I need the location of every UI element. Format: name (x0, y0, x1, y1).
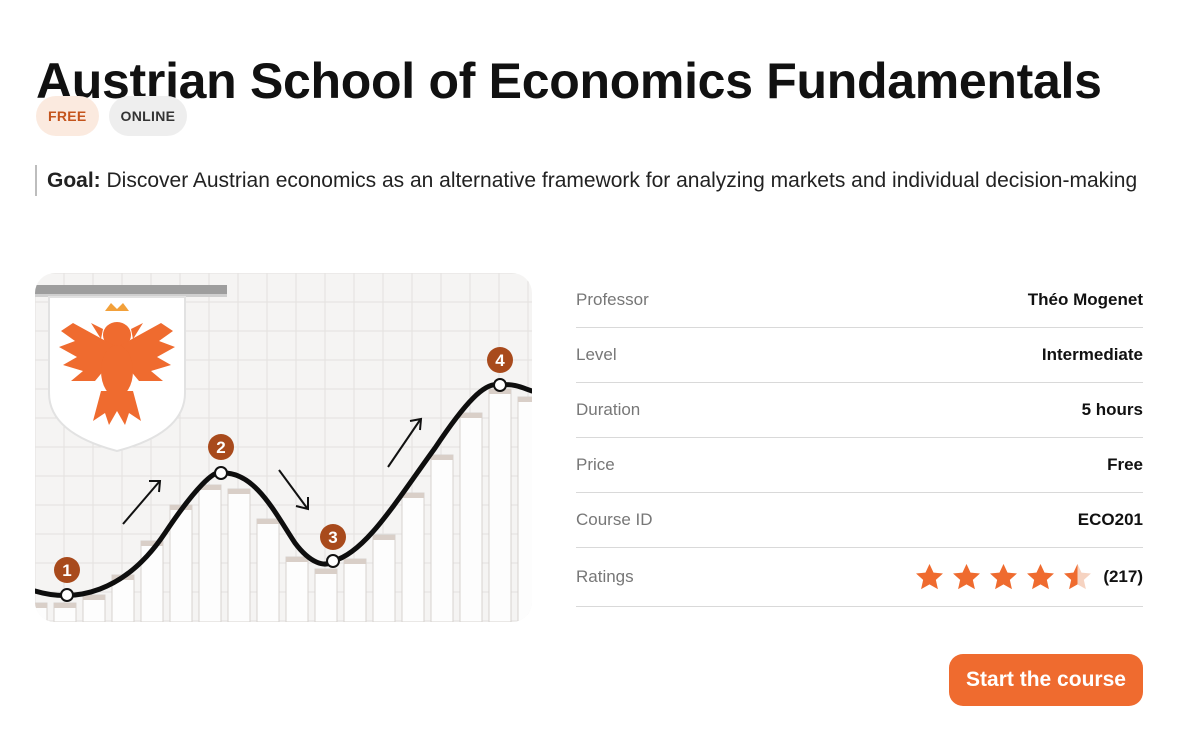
economics-chart-illustration: 1 2 3 4 (35, 273, 532, 622)
step-marker-label: 2 (216, 438, 225, 457)
step-marker-label: 1 (62, 561, 71, 580)
detail-label: Ratings (576, 567, 634, 586)
detail-value: Free (1107, 455, 1143, 474)
detail-label: Price (576, 455, 615, 474)
goal-label: Goal: (47, 169, 101, 192)
course-illustration: 1 2 3 4 (35, 273, 532, 622)
detail-row-professor: Professor Théo Mogenet (576, 273, 1143, 328)
detail-row-price: Price Free (576, 438, 1143, 493)
online-badge: ONLINE (108, 96, 188, 136)
detail-label: Course ID (576, 510, 653, 529)
course-details-table: Professor Théo Mogenet Level Intermediat… (576, 273, 1143, 607)
star-full-icon (990, 563, 1018, 589)
star-rating (914, 562, 1093, 593)
detail-label: Level (576, 345, 617, 364)
detail-row-course-id: Course ID ECO201 (576, 493, 1143, 548)
star-full-icon (916, 563, 944, 589)
step-marker-label: 3 (328, 528, 337, 547)
detail-value: Intermediate (1041, 345, 1143, 364)
start-course-button[interactable]: Start the course (949, 654, 1143, 706)
free-badge: FREE (36, 96, 99, 136)
badge-group: FREE ONLINE (36, 96, 188, 136)
rating-summary: (217) (914, 562, 1143, 593)
goal-text: Discover Austrian economics as an altern… (106, 169, 1138, 192)
course-goal: Goal: Discover Austrian economics as an … (35, 165, 1167, 196)
detail-value: Théo Mogenet (1027, 290, 1143, 309)
star-full-icon (953, 563, 981, 589)
course-page: Austrian School of Economics Fundamental… (0, 0, 1200, 729)
detail-value: ECO201 (1077, 510, 1143, 529)
page-title: Austrian School of Economics Fundamental… (36, 52, 1102, 109)
detail-label: Professor (576, 290, 649, 309)
detail-label: Duration (576, 400, 641, 419)
step-marker-label: 4 (495, 351, 505, 370)
star-full-icon (1027, 563, 1055, 589)
eagle-crest-icon (35, 285, 227, 453)
step-marker: 3 (320, 524, 346, 568)
star-half-icon (1064, 563, 1092, 589)
detail-row-duration: Duration 5 hours (576, 383, 1143, 438)
rating-count: (217) (1103, 567, 1143, 586)
detail-value: 5 hours (1081, 400, 1143, 419)
detail-row-ratings: Ratings (217) (576, 548, 1143, 607)
detail-row-level: Level Intermediate (576, 328, 1143, 383)
